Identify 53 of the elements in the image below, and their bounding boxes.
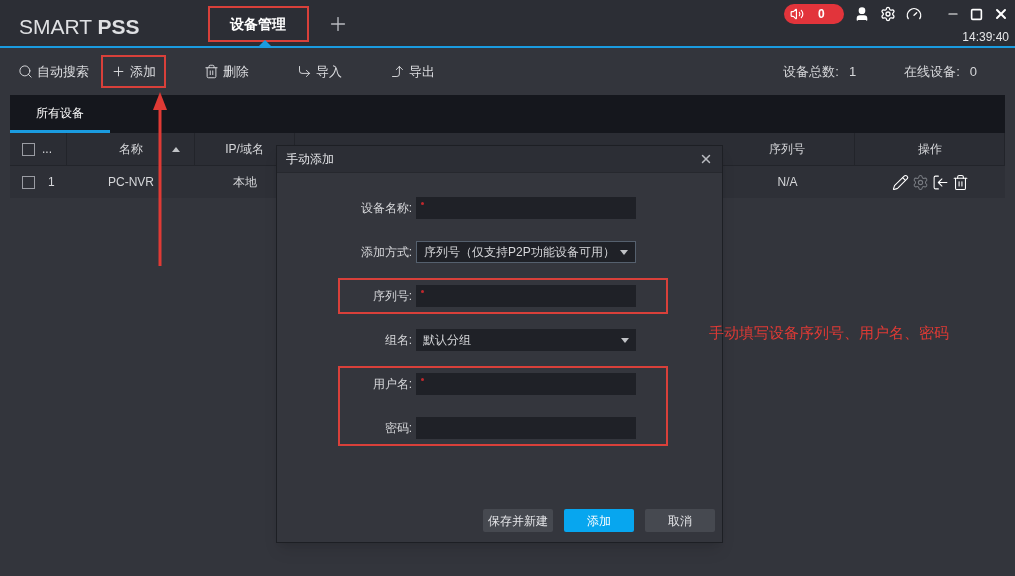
dropdown[interactable]: 序列号（仅支持P2P功能设备可用） <box>416 241 636 263</box>
field-label: 设备名称: <box>359 200 412 217</box>
settings-icon[interactable] <box>880 6 896 22</box>
input-field[interactable] <box>416 373 636 395</box>
alarm-badge[interactable]: 0 <box>784 4 844 24</box>
toolbar-button[interactable]: 导入 <box>287 55 352 88</box>
arrow-icon <box>297 64 312 79</box>
column-header[interactable]: 操作 <box>855 133 1005 165</box>
toolbar-button[interactable]: 导出 <box>380 55 445 88</box>
field-label: 用户名: <box>371 376 412 393</box>
table-cell-text: N/A <box>776 174 799 191</box>
plus-icon <box>111 64 126 79</box>
toolbar-button[interactable]: 删除 <box>194 55 259 88</box>
dropdown[interactable]: 默认分组 <box>416 329 636 351</box>
clock: 14:39:40 <box>962 29 1009 46</box>
delete-icon[interactable] <box>951 173 969 191</box>
arrow-icon <box>390 64 405 79</box>
field-label: 组名: <box>383 332 412 349</box>
caret-icon <box>620 249 628 255</box>
stat-value: 1 <box>848 62 857 81</box>
field-label: 序列号: <box>371 288 412 305</box>
tab[interactable]: 设备管理 <box>207 6 309 42</box>
search-icon <box>18 64 33 79</box>
annotation-note: 手动填写设备序列号、用户名、密码 <box>709 323 949 343</box>
field-label: 密码: <box>383 420 412 437</box>
dialog-button[interactable]: 取消 <box>645 509 715 532</box>
user-icon[interactable] <box>854 6 870 22</box>
stat-label: 设备总数: <box>783 62 839 81</box>
gauge-icon[interactable] <box>906 6 922 22</box>
input-field[interactable] <box>416 285 636 307</box>
close-icon[interactable] <box>993 6 1009 22</box>
app-logo: SMART PSS <box>19 14 140 40</box>
column-header[interactable]: 名称 <box>67 133 195 165</box>
speaker-icon <box>790 7 804 21</box>
checkbox[interactable] <box>22 175 35 189</box>
input-field[interactable] <box>416 197 636 219</box>
table-cell-text: 1 <box>48 174 55 191</box>
close-icon[interactable] <box>699 152 713 166</box>
maximize-icon[interactable] <box>970 7 983 21</box>
stat-value: 0 <box>969 62 977 81</box>
login-icon[interactable] <box>931 173 949 191</box>
column-header: ... <box>42 141 52 158</box>
dialog-button[interactable]: 保存并新建 <box>483 509 553 532</box>
caret-icon <box>621 337 629 343</box>
checkbox[interactable] <box>22 142 35 156</box>
table-cell-text: 本地 <box>232 174 258 191</box>
table-cell-text: PC-NVR <box>107 174 155 191</box>
field-label: 添加方式: <box>359 244 412 261</box>
edit-icon[interactable] <box>891 173 909 191</box>
toolbar-button[interactable]: 自动搜索 <box>8 55 99 88</box>
toolbar-button[interactable]: 添加 <box>101 55 166 88</box>
trash-icon <box>204 64 219 79</box>
stat-label: 在线设备: <box>904 62 960 81</box>
